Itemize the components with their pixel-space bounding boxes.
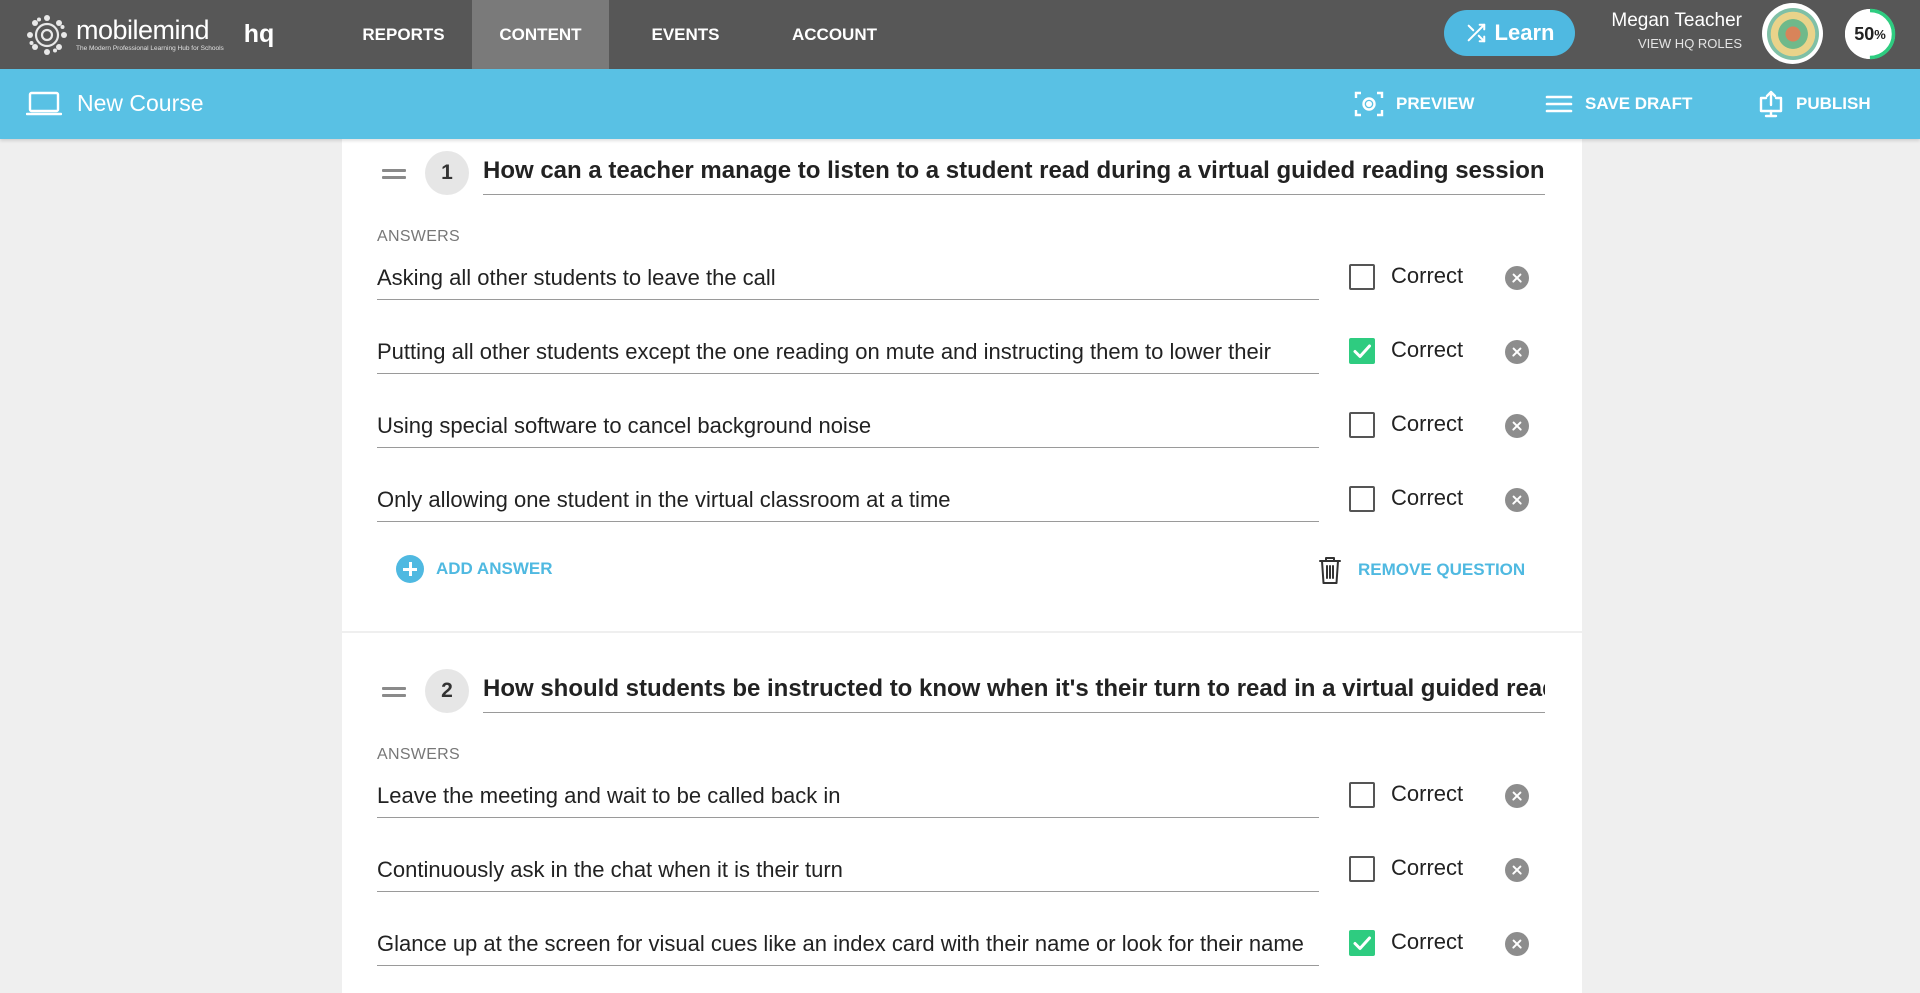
user-name: Megan Teacher xyxy=(1611,10,1742,31)
answer-row: Using special software to cancel backgro… xyxy=(377,400,1529,452)
remove-answer-icon[interactable] xyxy=(1505,414,1529,438)
remove-answer-icon[interactable] xyxy=(1505,858,1529,882)
add-answer-label: ADD ANSWER xyxy=(436,559,553,578)
plus-circle-icon xyxy=(396,555,424,583)
answer-text-input[interactable]: Only allowing one student in the virtual… xyxy=(377,474,1319,522)
correct-label: Correct xyxy=(1391,781,1464,806)
brand-name: mobilemind xyxy=(76,15,210,45)
learn-button[interactable]: Learn xyxy=(1444,10,1575,56)
correct-label: Correct xyxy=(1391,855,1464,880)
answer-row: Glance up at the screen for visual cues … xyxy=(377,918,1529,970)
publish-label: PUBLISH xyxy=(1796,94,1871,113)
correct-label: Correct xyxy=(1391,485,1464,510)
question-text-input[interactable]: How should students be instructed to kno… xyxy=(483,669,1545,713)
answer-row: Only allowing one student in the virtual… xyxy=(377,474,1529,526)
eye-scan-icon xyxy=(1354,91,1384,117)
answer-row: Continuously ask in the chat when it is … xyxy=(377,844,1529,896)
answers-label: ANSWERS xyxy=(377,228,460,245)
answer-row: Asking all other students to leave the c… xyxy=(377,252,1529,304)
correct-checkbox[interactable] xyxy=(1349,856,1375,882)
answer-text-input[interactable]: Putting all other students except the on… xyxy=(377,326,1319,374)
drag-handle-icon[interactable] xyxy=(382,169,406,181)
answers-label: ANSWERS xyxy=(377,746,460,763)
answer-text-input[interactable]: Using special software to cancel backgro… xyxy=(377,400,1319,448)
remove-answer-icon[interactable] xyxy=(1505,784,1529,808)
question-text-input[interactable]: How can a teacher manage to listen to a … xyxy=(483,151,1545,195)
answer-text-input[interactable]: Leave the meeting and wait to be called … xyxy=(377,770,1319,818)
publish-button[interactable]: PUBLISH xyxy=(1758,87,1871,121)
correct-checkbox[interactable] xyxy=(1349,486,1375,512)
progress-unit: % xyxy=(1874,26,1886,42)
upload-monitor-icon xyxy=(1759,90,1783,118)
nav-item-content[interactable]: CONTENT xyxy=(472,0,609,69)
answer-text-input[interactable]: Glance up at the screen for visual cues … xyxy=(377,918,1319,966)
learn-label: Learn xyxy=(1494,20,1555,45)
avatar-image xyxy=(1766,7,1819,60)
question-divider xyxy=(342,631,1582,633)
brand-tagline: The Modern Professional Learning Hub for… xyxy=(76,45,224,52)
top-navigation: mobilemind The Modern Professional Learn… xyxy=(0,0,1920,69)
correct-checkbox[interactable] xyxy=(1349,338,1375,364)
question-number: 2 xyxy=(425,669,469,713)
nav-item-account[interactable]: ACCOUNT xyxy=(762,0,907,69)
remove-answer-icon[interactable] xyxy=(1505,340,1529,364)
shuffle-icon xyxy=(1467,23,1485,43)
brand-product: hq xyxy=(243,20,275,48)
question-number: 1 xyxy=(425,151,469,195)
answer-row: Putting all other students except the on… xyxy=(377,326,1529,378)
save-draft-label: SAVE DRAFT xyxy=(1585,94,1693,113)
answer-text-input[interactable]: Asking all other students to leave the c… xyxy=(377,252,1319,300)
correct-label: Correct xyxy=(1391,929,1464,954)
mobilemind-gear-logo-icon xyxy=(27,14,67,55)
brand-logo[interactable]: mobilemind The Modern Professional Learn… xyxy=(26,0,326,69)
preview-label: PREVIEW xyxy=(1396,94,1475,113)
trash-icon xyxy=(1319,557,1341,584)
drag-handle-icon[interactable] xyxy=(382,687,406,699)
menu-lines-icon xyxy=(1545,95,1573,113)
preview-button[interactable]: PREVIEW xyxy=(1354,87,1474,121)
add-answer-button[interactable]: ADD ANSWER xyxy=(396,555,552,583)
remove-answer-icon[interactable] xyxy=(1505,488,1529,512)
course-toolbar: New Course PREVIEW SAVE DRAFT PUBLISH xyxy=(0,69,1920,139)
nav-item-reports[interactable]: REPORTS xyxy=(335,0,472,69)
remove-answer-icon[interactable] xyxy=(1505,932,1529,956)
remove-question-label: REMOVE QUESTION xyxy=(1358,560,1526,579)
save-draft-button[interactable]: SAVE DRAFT xyxy=(1545,87,1692,121)
checkmark-icon xyxy=(1353,344,1371,358)
progress-indicator: 50% xyxy=(1842,6,1898,62)
correct-checkbox[interactable] xyxy=(1349,412,1375,438)
course-title: New Course xyxy=(77,90,204,116)
correct-label: Correct xyxy=(1391,337,1464,362)
checkmark-icon xyxy=(1353,936,1371,950)
main-nav: REPORTS CONTENT EVENTS ACCOUNT xyxy=(335,0,907,69)
answer-text-input[interactable]: Continuously ask in the chat when it is … xyxy=(377,844,1319,892)
correct-label: Correct xyxy=(1391,411,1464,436)
correct-checkbox[interactable] xyxy=(1349,782,1375,808)
view-hq-roles-link[interactable]: VIEW HQ ROLES xyxy=(1611,36,1742,51)
avatar[interactable] xyxy=(1762,3,1823,64)
remove-question-button[interactable]: REMOVE QUESTION xyxy=(1318,555,1525,585)
answer-row: Leave the meeting and wait to be called … xyxy=(377,770,1529,822)
correct-checkbox[interactable] xyxy=(1349,930,1375,956)
user-info: Megan Teacher VIEW HQ ROLES xyxy=(1611,10,1742,51)
progress-value: 50 xyxy=(1854,23,1875,44)
correct-checkbox[interactable] xyxy=(1349,264,1375,290)
nav-item-events[interactable]: EVENTS xyxy=(609,0,762,69)
laptop-icon xyxy=(26,91,62,116)
correct-label: Correct xyxy=(1391,263,1464,288)
remove-answer-icon[interactable] xyxy=(1505,266,1529,290)
